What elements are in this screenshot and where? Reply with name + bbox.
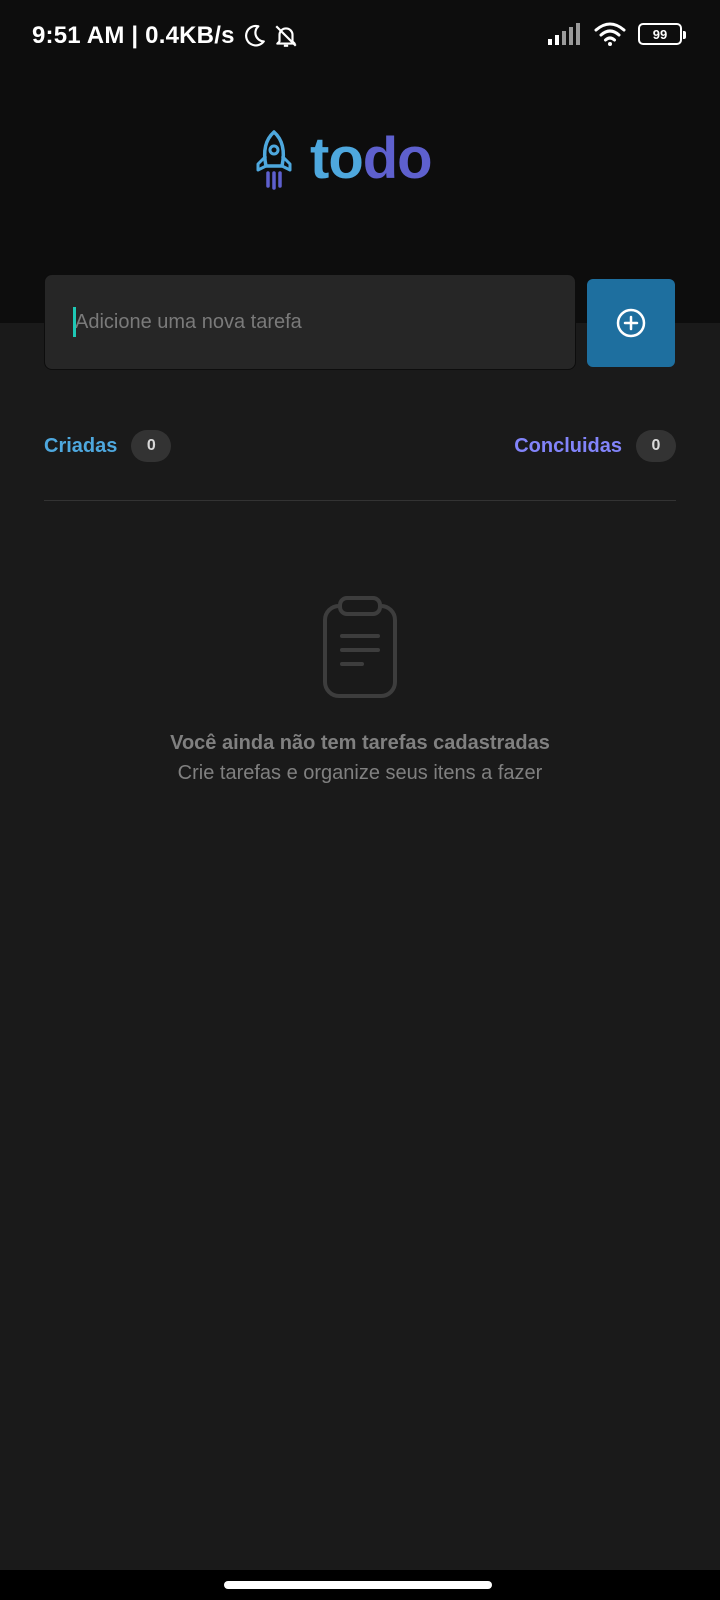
status-time-speed: 9:51 AM | 0.4KB/s xyxy=(32,22,235,49)
created-label: Criadas xyxy=(44,434,118,457)
new-task-input[interactable] xyxy=(44,274,576,370)
logo-text: todo xyxy=(310,126,433,191)
status-left: 9:51 AM | 0.4KB/s xyxy=(32,22,299,50)
done-counter: Concluidas 0 xyxy=(514,430,676,462)
logo-text-do: do xyxy=(362,126,433,191)
status-bar: 9:51 AM | 0.4KB/s 99 xyxy=(0,0,720,72)
plus-circle-icon xyxy=(616,308,646,338)
home-indicator[interactable] xyxy=(224,1581,492,1589)
status-right: 99 xyxy=(548,22,686,46)
empty-state-subtitle: Crie tarefas e organize seus itens a faz… xyxy=(177,762,543,784)
empty-state-title: Você ainda não tem tarefas cadastradas xyxy=(170,732,550,754)
bell-off-icon xyxy=(275,25,297,47)
battery-icon: 99 xyxy=(638,23,686,45)
moon-icon xyxy=(244,24,265,47)
signal-icon xyxy=(548,23,580,45)
app-logo: todo xyxy=(254,126,433,191)
rocket-icon xyxy=(256,130,292,190)
logo-text-to: to xyxy=(310,126,364,191)
list-divider xyxy=(44,500,676,501)
battery-level: 99 xyxy=(652,26,668,42)
add-task-button[interactable] xyxy=(587,279,675,367)
clipboard-icon xyxy=(323,596,397,698)
done-count-badge: 0 xyxy=(636,430,676,462)
text-caret xyxy=(73,307,76,337)
done-label: Concluidas xyxy=(514,434,622,457)
navigation-bar xyxy=(0,1570,720,1600)
created-count-badge: 0 xyxy=(131,430,172,462)
wifi-icon xyxy=(594,22,626,46)
app-screen: 9:51 AM | 0.4KB/s 99 todo Adicione uma n… xyxy=(0,0,720,1600)
created-counter: Criadas 0 xyxy=(44,430,172,462)
